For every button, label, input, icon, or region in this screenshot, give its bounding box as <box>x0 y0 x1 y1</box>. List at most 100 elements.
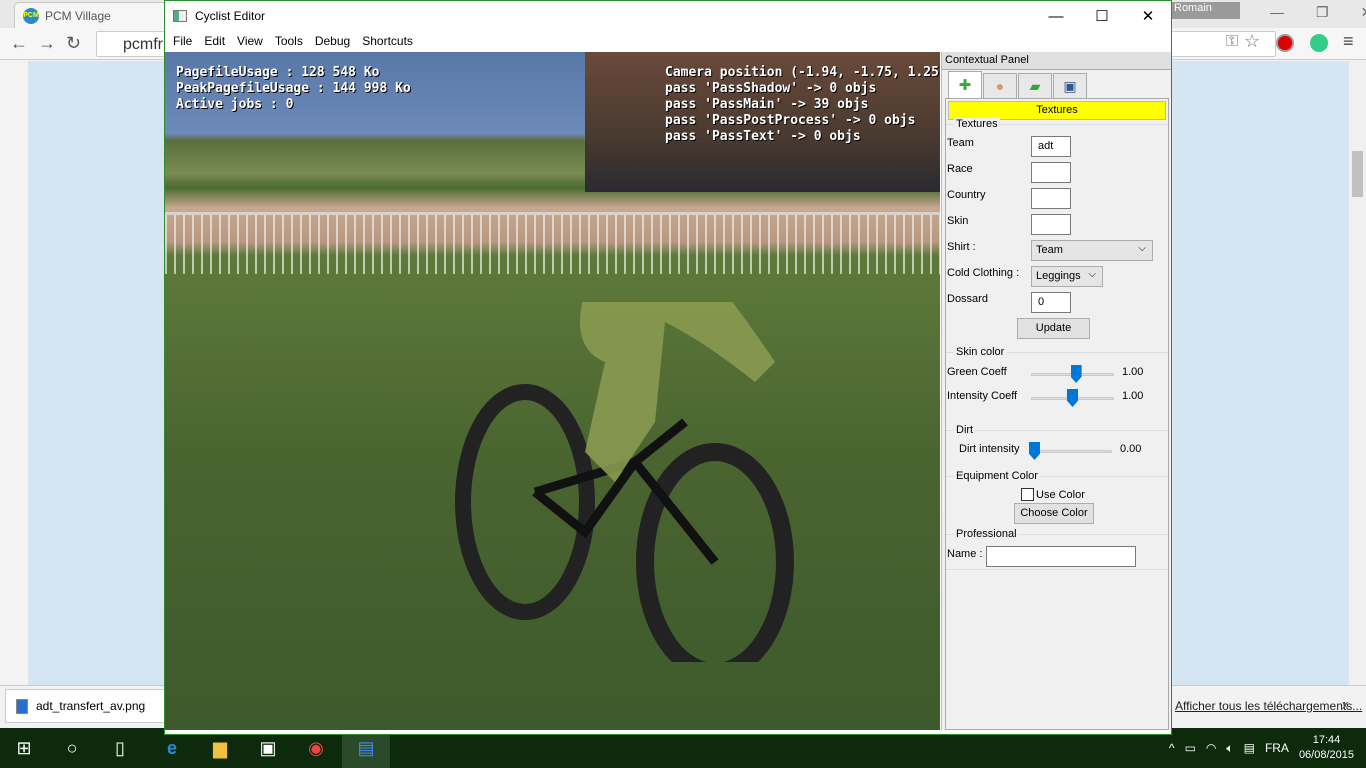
tab-camera[interactable]: ▣ <box>1053 73 1087 98</box>
camera-position: Camera position (-1.94, -1.75, 1.25) <box>665 65 940 80</box>
cold-clothing-select[interactable]: Leggings ⌵ <box>1031 266 1103 287</box>
minimize-icon[interactable]: — <box>1270 4 1284 21</box>
equipment-color-group: Equipment Color Use Color Choose Color <box>946 470 1168 526</box>
3d-viewport[interactable]: PagefileUsage : 128 548 Ko PeakPagefileUs… <box>165 52 940 730</box>
panel-title: Contextual Panel <box>942 52 1171 70</box>
profile-name[interactable]: Romain <box>1172 2 1240 19</box>
green-coeff-label: Green Coeff <box>947 366 1007 378</box>
minimize-button[interactable]: — <box>1033 1 1079 31</box>
professional-group: Professional Name : <box>946 528 1168 570</box>
show-all-downloads-link[interactable]: Afficher tous les téléchargements... <box>1175 699 1362 713</box>
green-coeff-value: 1.00 <box>1122 366 1144 378</box>
language-indicator[interactable]: FRA <box>1265 741 1289 755</box>
skin-input[interactable] <box>1031 214 1071 235</box>
close-icon[interactable]: ✕ <box>1361 4 1366 21</box>
chevron-down-icon: ⌵ <box>1088 269 1096 280</box>
chevron-down-icon: ⌵ <box>1138 243 1146 254</box>
close-downloads-button[interactable]: x <box>1342 697 1349 712</box>
race-label: Race <box>947 163 973 175</box>
star-icon[interactable]: ☆ <box>1244 31 1260 52</box>
use-color-checkbox[interactable] <box>1021 488 1034 501</box>
key-icon[interactable]: ⚿ <box>1226 33 1238 51</box>
group-title: Dirt <box>954 424 976 436</box>
site-logo-icon: PCM <box>23 7 39 24</box>
back-icon[interactable]: ← <box>10 33 28 54</box>
panel-body: Textures Textures Team adt Race Country … <box>945 98 1169 730</box>
render-stats: Camera position (-1.94, -1.75, 1.25) pass… <box>665 65 940 145</box>
reload-icon[interactable]: ↻ <box>66 33 81 54</box>
country-label: Country <box>947 189 986 201</box>
menu-icon[interactable]: ≡ <box>1343 31 1354 52</box>
extension-icon[interactable] <box>1310 34 1328 52</box>
forward-icon[interactable]: → <box>38 33 56 54</box>
intensity-coeff-label: Intensity Coeff <box>947 390 1018 402</box>
page-margin <box>0 61 28 685</box>
menu-tools[interactable]: Tools <box>269 31 309 52</box>
window-title: Cyclist Editor <box>195 9 266 23</box>
tab-title: PCM Village <box>45 8 111 23</box>
battery-icon[interactable]: ▭ <box>1185 741 1196 755</box>
choose-color-button[interactable]: Choose Color <box>1014 503 1094 524</box>
system-tray: ^ ▭ ◠ 🔈︎ ▤ FRA 17:44 06/08/2015 <box>1169 728 1366 768</box>
menu-file[interactable]: File <box>167 31 198 52</box>
slider-thumb[interactable] <box>1067 389 1078 407</box>
search-icon[interactable]: ○ <box>48 728 96 768</box>
clock[interactable]: 17:44 06/08/2015 <box>1299 733 1354 763</box>
start-icon[interactable]: ⊞ <box>0 728 48 768</box>
download-item[interactable]: adt_transfert_av.png <box>5 689 165 723</box>
camera-icon: ▣ <box>1063 77 1077 94</box>
palette-icon: ● <box>995 78 1005 94</box>
contextual-panel: Contextual Panel ✚ ● ▰ ▣ Textures Textur… <box>941 52 1171 730</box>
shirt-label: Shirt : <box>947 241 976 253</box>
intensity-coeff-slider[interactable] <box>1031 389 1114 407</box>
peak-pagefile-usage: PeakPagefileUsage : 144 998 Ko <box>176 81 411 96</box>
group-title: Equipment Color <box>954 470 1040 482</box>
shirt-select[interactable]: Team ⌵ <box>1031 240 1153 261</box>
volume-icon[interactable]: 🔈︎ <box>1226 741 1233 756</box>
layers-icon: ▰ <box>1029 77 1041 94</box>
notification-icon[interactable]: ▤ <box>1244 741 1255 755</box>
restore-icon[interactable]: ❐ <box>1316 4 1329 21</box>
file-icon <box>16 698 28 714</box>
dirt-intensity-label: Dirt intensity <box>959 443 1020 455</box>
name-label: Name : <box>947 548 983 560</box>
wifi-icon[interactable]: ◠ <box>1206 741 1216 755</box>
chevron-up-icon[interactable]: ^ <box>1169 741 1175 755</box>
fence <box>165 212 940 274</box>
puzzle-icon: ✚ <box>958 77 972 94</box>
slider-thumb[interactable] <box>1029 442 1040 460</box>
slider-thumb[interactable] <box>1070 365 1082 383</box>
menu-shortcuts[interactable]: Shortcuts <box>356 31 419 52</box>
skin-color-group: Skin color Green Coeff 1.00 Intensity Co… <box>946 346 1168 422</box>
group-title: Textures <box>954 118 1000 130</box>
task-view-icon[interactable]: ▯ <box>96 728 144 768</box>
dirt-intensity-slider[interactable] <box>1029 442 1112 460</box>
maximize-button[interactable]: ☐ <box>1079 1 1125 31</box>
panel-tabs: ✚ ● ▰ ▣ <box>948 71 1087 98</box>
dirt-group: Dirt Dirt intensity 0.00 <box>946 424 1168 468</box>
name-input[interactable] <box>986 546 1136 567</box>
page-scrollbar[interactable] <box>1349 61 1366 685</box>
tab-textures[interactable]: ✚ <box>948 71 982 98</box>
team-input[interactable]: adt <box>1031 136 1071 157</box>
browser-tab[interactable]: PCM PCM Village <box>14 2 174 28</box>
race-input[interactable] <box>1031 162 1071 183</box>
close-button[interactable]: ✕ <box>1125 1 1171 31</box>
textures-group: Textures Team adt Race Country Skin Shir… <box>946 118 1168 344</box>
scrollbar-thumb[interactable] <box>1352 151 1363 197</box>
menu-edit[interactable]: Edit <box>198 31 231 52</box>
menu-view[interactable]: View <box>231 31 269 52</box>
window-controls: — ☐ ✕ <box>1033 1 1171 31</box>
update-button[interactable]: Update <box>1017 318 1090 339</box>
download-filename: adt_transfert_av.png <box>36 699 146 713</box>
cold-clothing-value: Leggings <box>1036 270 1081 282</box>
dossard-input[interactable]: 0 <box>1031 292 1071 313</box>
menu-debug[interactable]: Debug <box>309 31 356 52</box>
country-input[interactable] <box>1031 188 1071 209</box>
cyclist-editor-window: Cyclist Editor — ☐ ✕ File Edit View Tools … <box>164 0 1172 735</box>
tab-layers[interactable]: ▰ <box>1018 73 1052 98</box>
green-coeff-slider[interactable] <box>1031 365 1114 383</box>
tab-colors[interactable]: ● <box>983 73 1017 98</box>
menu-bar: File Edit View Tools Debug Shortcuts <box>165 31 1171 52</box>
adblock-icon[interactable] <box>1276 34 1294 52</box>
